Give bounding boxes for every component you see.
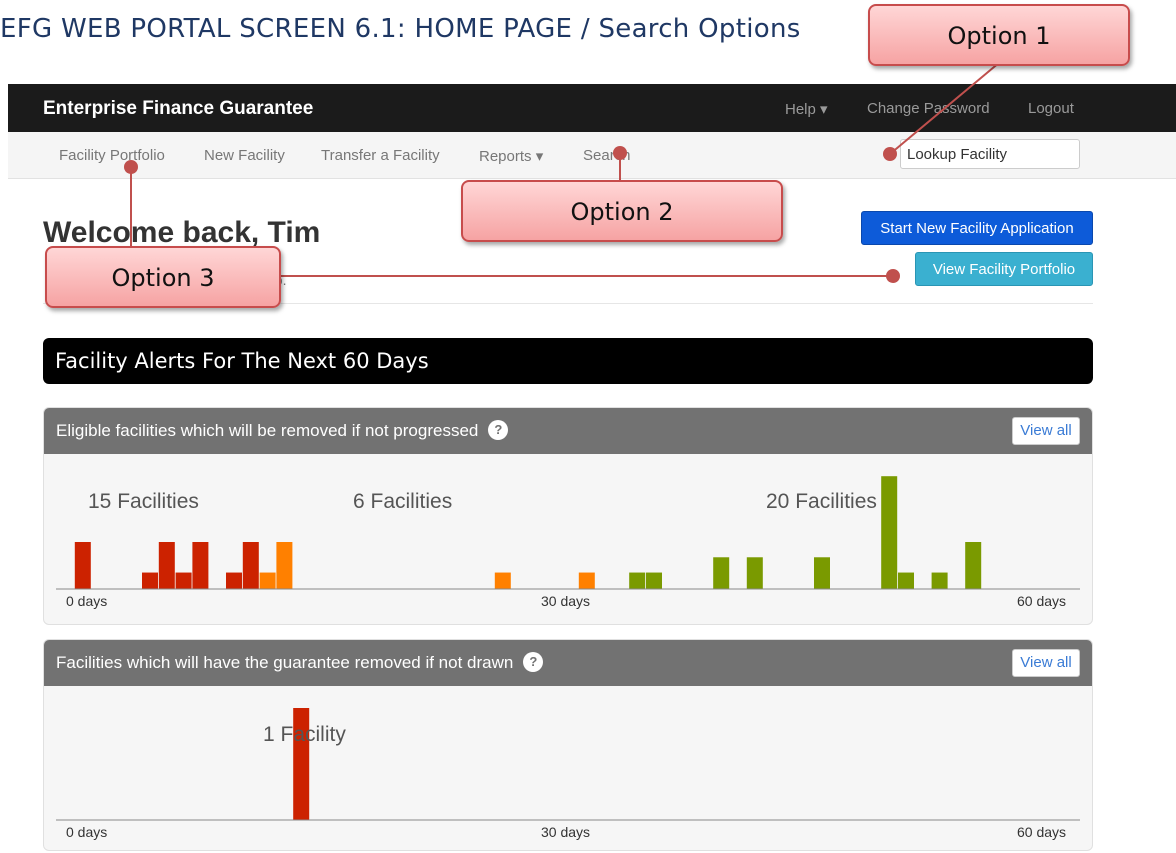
nav-search[interactable]: Search (583, 147, 631, 164)
axis-tick-label: 30 days (541, 824, 590, 840)
panel-guarantee-removed: Facilities which will have the guarantee… (43, 639, 1093, 851)
chart-bar (881, 476, 898, 589)
chart-bar (931, 572, 948, 589)
callout-option-1: Option 1 (868, 4, 1130, 66)
group-label: 15 Facilities (88, 490, 199, 513)
chart-bar (629, 572, 646, 589)
chart-bar (965, 542, 982, 589)
lookup-facility-input[interactable] (900, 139, 1080, 169)
panel-header: Eligible facilities which will be remove… (44, 408, 1092, 454)
document-title: EFG WEB PORTAL SCREEN 6.1: HOME PAGE / S… (0, 14, 801, 44)
chart-bar (74, 542, 91, 589)
chart-bar (898, 572, 914, 589)
group-label: 20 Facilities (766, 490, 877, 513)
view-all-button[interactable]: View all (1012, 417, 1080, 445)
top-navbar: Enterprise Finance Guarantee Help ▾ Chan… (8, 84, 1176, 132)
chart-bar (259, 572, 276, 589)
start-new-facility-button[interactable]: Start New Facility Application (861, 211, 1093, 245)
facility-alerts-heading: Facility Alerts For The Next 60 Days (43, 338, 1093, 384)
axis-tick-label: 0 days (66, 824, 107, 840)
callout-option-2: Option 2 (461, 180, 783, 242)
eligible-facilities-chart: 15 Facilities 6 Facilities 20 Facilities… (56, 476, 1080, 609)
help-question-icon[interactable]: ? (523, 651, 544, 672)
nav-transfer-facility[interactable]: Transfer a Facility (321, 147, 440, 164)
chart-bar (646, 572, 662, 589)
chart-bar (713, 557, 730, 589)
chart-bar (746, 557, 763, 589)
chart-bar (175, 572, 192, 589)
logout-link[interactable]: Logout (1028, 100, 1074, 117)
nav-new-facility[interactable]: New Facility (204, 147, 285, 164)
view-all-button[interactable]: View all (1012, 649, 1080, 677)
chart-bar (242, 542, 259, 589)
chart-bar (494, 572, 511, 589)
panel-header: Facilities which will have the guarantee… (44, 640, 1092, 686)
group-label: 6 Facilities (353, 490, 452, 513)
view-facility-portfolio-button[interactable]: View Facility Portfolio (915, 252, 1093, 286)
nav-reports-menu[interactable]: Reports ▾ (479, 147, 543, 165)
guarantee-removed-chart: 1 Facility 0 days 30 days 60 days (56, 708, 1080, 840)
welcome-heading: Welcome back, Tim (43, 216, 321, 249)
chart-bar (814, 557, 830, 589)
group-label: 1 Facility (263, 723, 346, 746)
callout-option-3: Option 3 (45, 246, 281, 308)
chart-bar (192, 542, 209, 589)
brand-link[interactable]: Enterprise Finance Guarantee (43, 98, 313, 120)
panel-title: Facilities which will have the guarantee… (56, 653, 514, 672)
help-question-icon[interactable]: ? (488, 419, 509, 440)
chart-bar (158, 542, 175, 589)
help-menu[interactable]: Help ▾ (785, 100, 828, 118)
axis-tick-label: 30 days (541, 593, 590, 609)
chart-bar (578, 572, 595, 589)
chart-bar (276, 542, 293, 589)
chart-bar (142, 572, 158, 589)
panel-title: Eligible facilities which will be remove… (56, 421, 479, 440)
nav-facility-portfolio[interactable]: Facility Portfolio (59, 147, 165, 164)
axis-tick-label: 60 days (1017, 824, 1066, 840)
change-password-link[interactable]: Change Password (867, 100, 990, 117)
axis-tick-label: 0 days (66, 593, 107, 609)
panel-eligible-facilities: Eligible facilities which will be remove… (43, 407, 1093, 625)
axis-tick-label: 60 days (1017, 593, 1066, 609)
chart-bar (226, 572, 242, 589)
